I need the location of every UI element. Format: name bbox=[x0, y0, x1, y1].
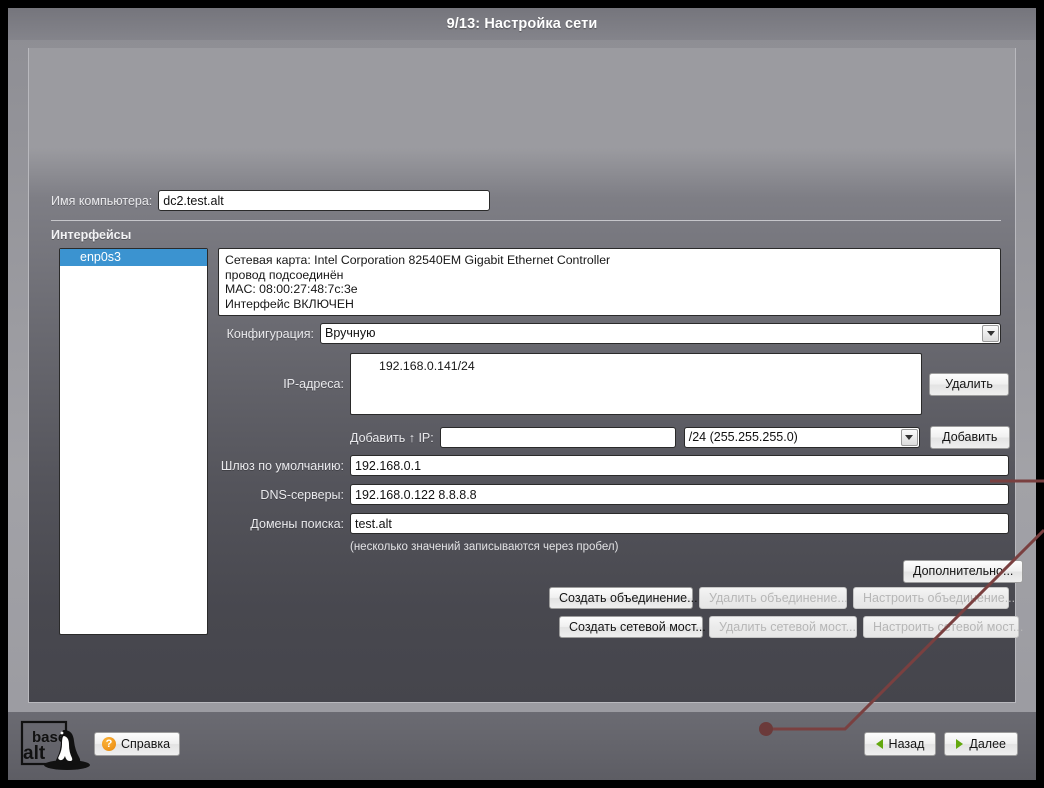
dns-row: DNS-серверы: bbox=[218, 484, 1009, 505]
netmask-select[interactable]: /24 (255.255.255.0) bbox=[683, 427, 920, 448]
page-title: 9/13: Настройка сети bbox=[446, 16, 598, 32]
list-item-enp0s3[interactable]: enp0s3 bbox=[60, 249, 207, 266]
ip-addresses-list[interactable]: 192.168.0.141/24 bbox=[350, 353, 922, 415]
interface-info-box: Сетевая карта: Intel Corporation 82540EM… bbox=[218, 248, 1001, 316]
info-line-state: Интерфейс ВКЛЮЧЕН bbox=[225, 296, 354, 311]
netmask-value: /24 (255.255.255.0) bbox=[688, 430, 798, 444]
configuration-select[interactable]: Вручную bbox=[320, 323, 1001, 344]
section-divider bbox=[51, 220, 1001, 221]
dns-input[interactable] bbox=[350, 484, 1009, 505]
configuration-value: Вручную bbox=[325, 326, 376, 340]
chevron-down-icon[interactable] bbox=[900, 429, 918, 446]
gateway-row: Шлюз по умолчанию: bbox=[218, 455, 1009, 476]
ip-addresses-label: IP-адреса: bbox=[283, 377, 344, 391]
search-domains-row: Домены поиска: bbox=[218, 513, 1009, 534]
back-button-label: Назад bbox=[888, 736, 925, 751]
bridge-buttons-row: Создать сетевой мост... Удалить сетевой … bbox=[559, 616, 1023, 638]
delete-bond-button: Удалить объединение... bbox=[699, 587, 848, 609]
configuration-row: Конфигурация: Вручную bbox=[218, 323, 1001, 344]
list-item[interactable]: 192.168.0.141/24 bbox=[357, 358, 915, 374]
next-button-label: Далее bbox=[969, 736, 1006, 751]
navigation-buttons: Назад Далее bbox=[863, 732, 1018, 756]
delete-bridge-button: Удалить сетевой мост... bbox=[709, 616, 857, 638]
triangle-left-icon bbox=[875, 739, 883, 749]
advanced-button[interactable]: Дополнительно... bbox=[903, 560, 1024, 583]
next-button[interactable]: Далее bbox=[944, 732, 1018, 756]
help-button[interactable]: ? Справка bbox=[94, 732, 181, 756]
configuration-label: Конфигурация: bbox=[226, 326, 314, 341]
interface-list[interactable]: enp0s3 bbox=[59, 248, 208, 635]
bond-buttons-row: Создать объединение... Удалить объединен… bbox=[549, 587, 1015, 609]
create-bridge-button[interactable]: Создать сетевой мост... bbox=[559, 616, 706, 638]
add-ip-row: Добавить ↑ IP: /24 (255.255.255.0) Добав… bbox=[350, 426, 1010, 449]
basealt-logo: base alt bbox=[20, 720, 90, 770]
configure-bond-button: Настроить объединение... bbox=[853, 587, 1015, 609]
add-ip-button[interactable]: Добавить bbox=[929, 426, 1010, 449]
footer-bar: base alt ? Справка Назад Далее bbox=[8, 712, 1036, 780]
hostname-label: Имя компьютера: bbox=[51, 193, 153, 208]
search-domains-hint: (несколько значений записываются через п… bbox=[350, 541, 619, 553]
info-line-card: Сетевая карта: Intel Corporation 82540EM… bbox=[225, 253, 611, 267]
window-titlebar: 9/13: Настройка сети bbox=[8, 8, 1036, 40]
create-bond-button[interactable]: Создать объединение... bbox=[549, 587, 698, 609]
gateway-input[interactable] bbox=[350, 455, 1009, 476]
configure-bridge-button: Настроить сетевой мост... bbox=[863, 616, 1023, 638]
info-line-cable: провод подсоединён bbox=[225, 267, 344, 282]
interfaces-section-title: Интерфейсы bbox=[51, 228, 132, 242]
gateway-label: Шлюз по умолчанию: bbox=[220, 458, 344, 473]
back-button[interactable]: Назад bbox=[863, 732, 937, 756]
dns-label: DNS-серверы: bbox=[260, 487, 344, 502]
hostname-row: Имя компьютера: bbox=[51, 190, 491, 211]
installer-window: 9/13: Настройка сети Имя компьютера: Инт… bbox=[8, 8, 1036, 780]
info-line-mac: MAC: 08:00:27:48:7c:3e bbox=[225, 282, 358, 297]
triangle-right-icon bbox=[956, 739, 964, 749]
delete-ip-button[interactable]: Удалить bbox=[929, 373, 1009, 396]
search-domains-label: Домены поиска: bbox=[250, 516, 344, 531]
question-mark-icon: ? bbox=[102, 737, 116, 751]
hostname-input[interactable] bbox=[158, 190, 491, 211]
search-domains-input[interactable] bbox=[350, 513, 1009, 534]
screenshot-root: 9/13: Настройка сети Имя компьютера: Инт… bbox=[0, 0, 1044, 788]
main-panel: Имя компьютера: Интерфейсы enp0s3 Сетева… bbox=[18, 40, 1026, 712]
add-ip-input[interactable] bbox=[439, 427, 676, 448]
help-button-label: Справка bbox=[121, 736, 171, 751]
add-ip-label: Добавить ↑ IP: bbox=[350, 430, 434, 445]
svg-text:alt: alt bbox=[23, 743, 46, 764]
chevron-down-icon[interactable] bbox=[982, 325, 999, 342]
